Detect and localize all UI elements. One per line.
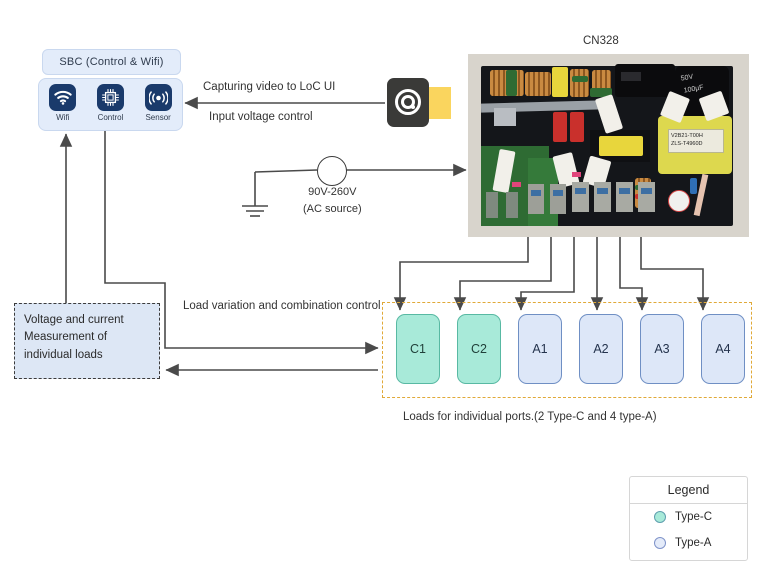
camera-beam <box>427 87 451 119</box>
inductor-3-band <box>572 76 588 82</box>
transformer-small-bobbin <box>599 136 643 156</box>
transformer-label: V2B21-T00H ZLS-T4960D <box>668 129 724 153</box>
loads-caption: Loads for individual ports.(2 Type-C and… <box>403 411 657 423</box>
capacitor-red-1 <box>553 112 567 142</box>
usb-port-6-slot <box>641 188 652 194</box>
load-label-a2: A2 <box>593 342 609 356</box>
round-component <box>668 190 690 212</box>
usb-port-6 <box>638 182 655 212</box>
sbc-item-wifi[interactable]: Wifi <box>42 84 84 122</box>
ac-voltage-value: 90V-260V <box>308 186 357 198</box>
load-label-a3: A3 <box>654 342 670 356</box>
measurement-line-3: individual loads <box>24 348 103 361</box>
usb-port-4-slot <box>597 188 608 194</box>
load-box-a1[interactable]: A1 <box>518 314 562 384</box>
label-input-voltage-control: Input voltage control <box>209 111 313 123</box>
wire-port-3 <box>514 237 575 311</box>
cn328-board-photo: 50V 100µF V2B21-T00H ZLS-T4960D <box>468 54 749 237</box>
sbc-item-label-control: Control <box>97 113 124 122</box>
diagram-canvas: SBC (Control & Wifi) Wifi Control Sensor… <box>0 0 768 588</box>
sbc-icon-panel: Wifi Control Sensor <box>38 78 183 131</box>
ac-source-icon <box>317 156 347 186</box>
capacitor-red-2 <box>570 112 584 142</box>
load-label-a4: A4 <box>715 342 731 356</box>
sbc-title-box: SBC (Control & Wifi) <box>42 49 181 75</box>
load-label-c2: C2 <box>471 342 487 356</box>
measurement-box: Voltage and current Measurement of indiv… <box>14 303 160 379</box>
load-box-a2[interactable]: A2 <box>579 314 623 384</box>
pink-marker-2 <box>572 172 581 177</box>
usb-port-3-slot <box>575 188 586 194</box>
legend-swatch-type-a <box>654 537 666 549</box>
legend-title: Legend <box>630 477 747 504</box>
transformer-label-line2: ZLS-T4960D <box>671 141 703 148</box>
usb-port-5 <box>616 182 633 212</box>
usb-port-2 <box>550 184 566 214</box>
inductor-2 <box>525 72 551 96</box>
usb-port-1-slot <box>531 190 541 196</box>
wire-port-6 <box>640 237 710 311</box>
usb-port-2-slot <box>553 190 563 196</box>
label-capturing-video: Capturing video to LoC UI <box>203 81 336 93</box>
legend-label-type-a: Type-A <box>675 537 712 549</box>
wire-ground-to-ac <box>254 169 318 173</box>
load-label-c1: C1 <box>410 342 426 356</box>
wire-port-1 <box>393 237 529 311</box>
label-load-variation-control: Load variation and combination control <box>183 300 381 312</box>
edge-connector-2 <box>506 192 518 218</box>
wire-port-2 <box>453 237 552 311</box>
capacitor-yellow-1 <box>552 67 568 97</box>
blue-component <box>690 178 697 194</box>
load-box-a4[interactable]: A4 <box>701 314 745 384</box>
heatsink-tab <box>494 108 516 126</box>
pink-marker-1 <box>512 182 521 187</box>
usb-port-3 <box>572 182 589 212</box>
edge-connector-1 <box>486 192 498 218</box>
wire-port-5 <box>619 237 649 311</box>
sbc-item-label-wifi: Wifi <box>56 113 70 122</box>
load-box-c2[interactable]: C2 <box>457 314 501 384</box>
legend-row-type-c: Type-C <box>630 504 747 530</box>
usb-port-5-slot <box>619 188 630 194</box>
legend-panel: Legend Type-C Type-A <box>629 476 748 561</box>
measurement-line-1: Voltage and current <box>24 314 124 326</box>
chip-icon <box>96 84 124 111</box>
usb-port-1 <box>528 184 544 214</box>
wifi-icon <box>49 84 77 111</box>
sbc-title: SBC (Control & Wifi) <box>59 56 164 68</box>
connector-pin-block <box>621 72 641 81</box>
load-label-a1: A1 <box>532 342 548 356</box>
legend-row-type-a: Type-A <box>630 530 747 556</box>
sensor-broadcast-icon <box>144 84 172 111</box>
board-title: CN328 <box>583 35 619 47</box>
inductor-1-band <box>506 70 517 96</box>
usb-port-4 <box>594 182 611 212</box>
transformer-label-line1: V2B21-T00H <box>671 132 703 139</box>
legend-swatch-type-c <box>654 511 666 523</box>
sbc-item-sensor[interactable]: Sensor <box>137 84 179 122</box>
legend-label-type-c: Type-C <box>675 511 713 523</box>
measurement-line-2: Measurement of <box>24 331 108 344</box>
camera-icon <box>387 78 451 127</box>
sbc-item-label-sensor: Sensor <box>145 113 171 122</box>
camera-lens-highlight <box>411 105 415 109</box>
ac-source-note: (AC source) <box>303 202 362 215</box>
ac-source-label: 90V-260V (AC source) <box>303 184 362 217</box>
inductor-3 <box>570 69 589 97</box>
sbc-item-control[interactable]: Control <box>89 84 131 122</box>
load-box-c1[interactable]: C1 <box>396 314 440 384</box>
load-box-a3[interactable]: A3 <box>640 314 684 384</box>
